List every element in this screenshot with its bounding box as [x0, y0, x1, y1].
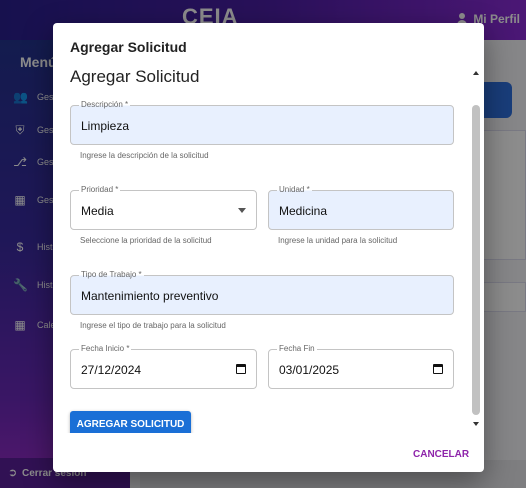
- cancel-button[interactable]: CANCELAR: [413, 449, 469, 460]
- scroll-up-icon[interactable]: [473, 71, 479, 75]
- tipo-trabajo-helper: Ingrese el tipo de trabajo para la solic…: [80, 321, 226, 330]
- tipo-trabajo-field[interactable]: Tipo de Trabajo * Mantenimiento preventi…: [70, 270, 454, 315]
- dialog-title: Agregar Solicitud: [70, 39, 187, 55]
- unidad-field[interactable]: Unidad * Medicina: [268, 185, 454, 230]
- fecha-fin-value: 03/01/2025: [279, 363, 340, 377]
- fecha-fin-field[interactable]: Fecha Fin 03/01/2025: [268, 344, 454, 389]
- descripcion-helper: Ingrese la descripción de la solicitud: [80, 151, 209, 160]
- unidad-label: Unidad *: [277, 185, 312, 195]
- prioridad-helper: Seleccione la prioridad de la solicitud: [80, 236, 212, 245]
- prioridad-select[interactable]: Prioridad * Media: [70, 185, 257, 230]
- descripcion-label: Descripción *: [79, 100, 131, 110]
- chevron-down-icon: [238, 208, 246, 213]
- scroll-down-icon[interactable]: [473, 422, 479, 426]
- prioridad-value: Media: [81, 204, 114, 218]
- dialog-content: Agregar Solicitud Descripción * Limpieza…: [53, 63, 484, 433]
- tipo-trabajo-value: Mantenimiento preventivo: [81, 289, 219, 303]
- add-request-button[interactable]: AGREGAR SOLICITUD: [70, 411, 191, 433]
- tipo-trabajo-label: Tipo de Trabajo *: [79, 270, 144, 280]
- prioridad-label: Prioridad *: [79, 185, 121, 195]
- unidad-helper: Ingrese la unidad para la solicitud: [278, 236, 398, 245]
- calendar-icon[interactable]: [433, 364, 443, 374]
- form-title: Agregar Solicitud: [70, 67, 200, 86]
- descripcion-field[interactable]: Descripción * Limpieza: [70, 100, 454, 145]
- dialog-scrollbar[interactable]: [471, 69, 481, 429]
- calendar-icon[interactable]: [236, 364, 246, 374]
- fecha-inicio-label: Fecha Inicio *: [79, 344, 132, 354]
- scrollbar-thumb[interactable]: [472, 105, 480, 415]
- descripcion-value: Limpieza: [81, 119, 130, 133]
- fecha-inicio-field[interactable]: Fecha Inicio * 27/12/2024: [70, 344, 257, 389]
- fecha-inicio-value: 27/12/2024: [81, 363, 142, 377]
- fecha-fin-label: Fecha Fin: [277, 344, 317, 354]
- add-request-dialog: Agregar Solicitud Agregar Solicitud Desc…: [53, 23, 484, 472]
- unidad-value: Medicina: [279, 204, 328, 218]
